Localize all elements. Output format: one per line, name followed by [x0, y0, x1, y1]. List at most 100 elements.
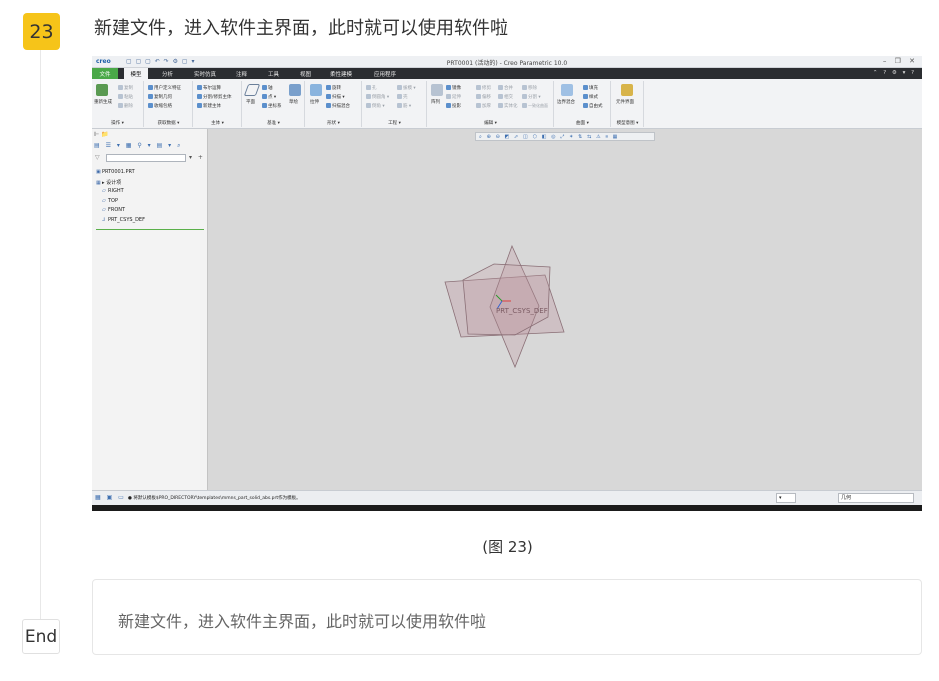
merge-button[interactable]: 合并 — [498, 85, 513, 91]
group-label-datum[interactable]: 基准 ▾ — [243, 120, 304, 126]
group-label-surfaces[interactable]: 曲面 ▾ — [555, 120, 610, 126]
status-icons[interactable]: ▦ ▣ ▭ — [95, 494, 126, 501]
ribbon-group-get-data: 用户定义特征 复制几何 收缩包络 获取数据 ▾ — [145, 81, 193, 127]
tab-analysis[interactable]: 分析 — [162, 70, 173, 78]
window-controls[interactable]: – ❐ ✕ — [883, 57, 918, 65]
boolean-button[interactable]: 布尔运算 — [197, 85, 221, 91]
extend-button[interactable]: 延伸 — [446, 94, 461, 100]
figure-caption: (图 23) — [482, 538, 533, 556]
smart-filter-select[interactable]: ▾ — [776, 493, 796, 503]
sketch-icon[interactable] — [289, 84, 301, 96]
split-trim-body-button[interactable]: 分割/修剪主体 — [197, 94, 232, 100]
sweep-button[interactable]: 扫描 ▾ — [326, 94, 345, 100]
draft-button[interactable]: 拔模 ▾ — [397, 85, 416, 91]
new-body-button[interactable]: 新建主体 — [197, 103, 221, 109]
thicken-button[interactable]: 加厚 — [476, 103, 491, 109]
tab-live-simulation[interactable]: 实时仿真 — [194, 70, 216, 78]
conform-surface-button[interactable]: 一致化曲面 — [522, 103, 548, 109]
sketch-button[interactable]: 草绘 — [289, 99, 298, 105]
boundary-blend-icon[interactable] — [561, 84, 573, 96]
group-label-get-data[interactable]: 获取数据 ▾ — [145, 120, 192, 126]
tab-applications[interactable]: 应用程序 — [374, 70, 396, 78]
group-label-engineering[interactable]: 工程 ▾ — [363, 120, 426, 126]
delete-button[interactable]: 删除 — [118, 103, 133, 109]
boundary-blend-button[interactable]: 边界混合 — [557, 99, 575, 105]
model-tree-toolbar[interactable]: ▤ ☰ ▾ ▦ ⚲ ▾ ▤ ▾ ⌕ — [94, 142, 204, 150]
ribbon-help-controls[interactable]: ⌃ ? ⚙ ▾ ? — [873, 70, 916, 76]
datum-plane-icon[interactable] — [243, 84, 261, 96]
group-label-shapes[interactable]: 形状 ▾ — [306, 120, 361, 126]
tree-node-right[interactable]: ▱ RIGHT — [96, 188, 204, 198]
project-button[interactable]: 投影 — [446, 103, 461, 109]
graphics-viewport[interactable]: ⌕ ⊕ ⊖ ◩ ⬀ ◫ ⬡ ◧ ◎ ⤢ ✶ ⇅ ⇆ ⚠ ⏸ ▦ PRT_CSYS… — [209, 129, 922, 490]
selection-filter-select[interactable]: 几何 — [838, 493, 914, 503]
component-interface-icon[interactable] — [621, 84, 633, 96]
group-label-operations[interactable]: 操作 ▾ — [92, 120, 143, 126]
tree-node-csys[interactable]: ⅃ PRT_CSYS_DEF — [96, 217, 204, 227]
shell-button[interactable]: 壳 — [397, 94, 408, 100]
filter-icon[interactable]: ▽ — [95, 154, 100, 161]
tree-node-top[interactable]: ▱ TOP — [96, 198, 204, 208]
thicken-icon — [476, 103, 481, 108]
group-label-body[interactable]: 主体 ▾ — [194, 120, 241, 126]
shrinkwrap-icon — [148, 103, 153, 108]
offset-icon — [476, 94, 481, 99]
intersect-button[interactable]: 相交 — [498, 94, 513, 100]
shrinkwrap-button[interactable]: 收缩包络 — [148, 103, 172, 109]
offset-button[interactable]: 偏移 — [476, 94, 491, 100]
chamfer-button[interactable]: 倒角 ▾ — [366, 103, 385, 109]
pattern-icon[interactable] — [431, 84, 443, 96]
tab-flexible-modeling[interactable]: 柔性建模 — [330, 70, 352, 78]
hole-button[interactable]: 孔 — [366, 85, 377, 91]
tree-node-part[interactable]: ▣PRT0001.PRT — [96, 169, 204, 179]
extrude-button[interactable]: 拉伸 — [310, 99, 319, 105]
copy-geometry-button[interactable]: 复制几何 — [148, 94, 172, 100]
csys-button[interactable]: 坐标系 — [262, 103, 282, 109]
freestyle-button[interactable]: 自由式 — [583, 103, 603, 109]
regenerate-button[interactable]: 重新生成 — [94, 99, 112, 105]
ribbon-group-datum: 平面 轴 点 ▾ 坐标系 草绘 基准 ▾ — [243, 81, 305, 127]
rib-button[interactable]: 筋 ▾ — [397, 103, 411, 109]
creo-screenshot: creo ▢ ▢ ▢ ↶ ↷ ⚙ ▢ ▾ PRT0001 (活动的) - Cre… — [92, 56, 922, 511]
paste-button[interactable]: 粘贴 — [118, 94, 133, 100]
solidify-button[interactable]: 实体化 — [498, 103, 518, 109]
revolve-button[interactable]: 旋转 — [326, 85, 341, 91]
round-button[interactable]: 倒圆角 ▾ — [366, 94, 389, 100]
swept-blend-button[interactable]: 扫描混合 — [326, 103, 350, 109]
tab-tools[interactable]: 工具 — [268, 70, 279, 78]
sweep-icon — [326, 94, 331, 99]
split-body-icon — [197, 94, 202, 99]
tab-view[interactable]: 视图 — [300, 70, 311, 78]
pattern-button[interactable]: 阵列 — [431, 99, 440, 105]
remove-button[interactable]: 移除 — [522, 85, 537, 91]
extrude-icon[interactable] — [310, 84, 322, 96]
plane-button[interactable]: 平面 — [246, 99, 255, 105]
style-button[interactable]: 样式 — [583, 94, 598, 100]
tab-model[interactable]: 模型 — [124, 68, 148, 79]
tree-node-design-items[interactable]: ▦▸ 设计项 — [96, 179, 204, 189]
intersect-icon — [498, 94, 503, 99]
panel-tab-icons[interactable]: ⊩ 📁 — [94, 131, 109, 138]
tab-file[interactable]: 文件 — [92, 68, 118, 79]
split-button[interactable]: 分割 ▾ — [522, 94, 541, 100]
insert-here-marker[interactable] — [96, 229, 204, 230]
tree-node-front[interactable]: ▱ FRONT — [96, 207, 204, 217]
chamfer-icon — [366, 103, 371, 108]
fill-button[interactable]: 填充 — [583, 85, 598, 91]
mirror-button[interactable]: 镜像 — [446, 85, 461, 91]
group-label-model-intent[interactable]: 模型意图 ▾ — [612, 120, 643, 126]
boolean-icon — [197, 85, 202, 90]
copy-button[interactable]: 复制 — [118, 85, 133, 91]
model-tree-search-input[interactable] — [106, 154, 186, 162]
point-button[interactable]: 点 ▾ — [262, 94, 276, 100]
trim-button[interactable]: 修剪 — [476, 85, 491, 91]
group-label-editing[interactable]: 编辑 ▾ — [428, 120, 553, 126]
component-interface-button[interactable]: 元件界面 — [616, 99, 634, 105]
model-tree: ▣PRT0001.PRT ▦▸ 设计项 ▱ RIGHT ▱ TOP ▱ FRONT ⅃… — [96, 169, 204, 230]
regenerate-icon[interactable] — [96, 84, 108, 96]
axis-button[interactable]: 轴 — [262, 85, 273, 91]
add-column-icon[interactable]: ▾ + — [189, 154, 205, 161]
udf-button[interactable]: 用户定义特征 — [148, 85, 181, 91]
tab-annotate[interactable]: 注释 — [236, 70, 247, 78]
step-number-badge: 23 — [23, 13, 60, 50]
